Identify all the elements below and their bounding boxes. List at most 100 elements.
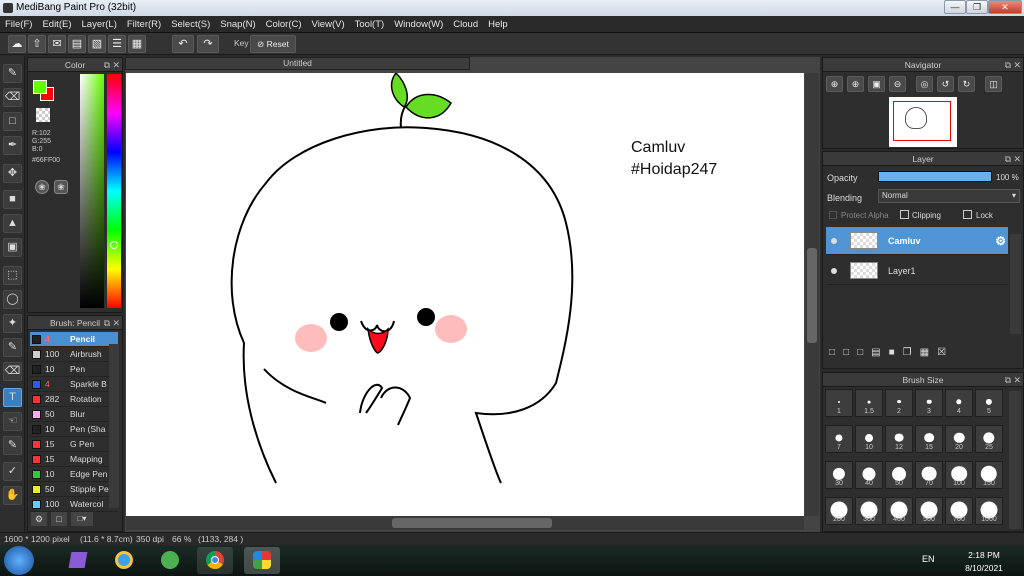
brush-size-button[interactable]: 700 xyxy=(945,497,973,525)
brush-size-button[interactable]: 12 xyxy=(885,425,913,453)
undock-icon[interactable]: ⧉ xyxy=(1005,152,1011,166)
clipping-checkbox[interactable] xyxy=(900,210,909,219)
close-icon[interactable]: ✕ xyxy=(1013,152,1021,166)
brush-size-button[interactable]: 5 xyxy=(975,389,1003,417)
language-indicator[interactable]: EN xyxy=(922,554,935,564)
fill-tool-icon[interactable]: ▲ xyxy=(3,214,22,233)
brush-size-button[interactable]: 40 xyxy=(855,461,883,489)
hue-slider[interactable] xyxy=(107,74,121,308)
brush-size-button[interactable]: 1.5 xyxy=(855,389,883,417)
undock-icon[interactable]: ⧉ xyxy=(1005,373,1011,387)
menu-select[interactable]: Select(S) xyxy=(166,16,215,33)
brush-size-button[interactable]: 100 xyxy=(945,461,973,489)
green-app-icon[interactable] xyxy=(152,547,188,574)
drawing-canvas[interactable]: Camluv #Hoidap247 xyxy=(126,71,804,516)
menu-layer[interactable]: Layer(L) xyxy=(77,16,122,33)
menu-filter[interactable]: Filter(R) xyxy=(122,16,166,33)
brush-item[interactable]: 10 Edge Pen xyxy=(30,467,118,482)
select-eraser-tool-icon[interactable]: ⌫ xyxy=(3,362,22,381)
select-pen-tool-icon[interactable]: ✎ xyxy=(3,338,22,357)
brush-size-button[interactable]: 70 xyxy=(915,461,943,489)
eraser-tool-icon[interactable]: ⌫ xyxy=(3,88,22,107)
vertical-scrollbar[interactable] xyxy=(805,73,819,516)
magic-wand-tool-icon[interactable]: ✦ xyxy=(3,314,22,333)
rotate-left-icon[interactable]: ↺ xyxy=(937,76,954,92)
undo-button[interactable]: ↶ xyxy=(172,35,194,53)
upload-icon[interactable]: ⇧ xyxy=(28,35,46,53)
add-brush-menu-icon[interactable]: □▾ xyxy=(71,512,93,526)
visibility-icon[interactable] xyxy=(831,268,837,274)
brush-item[interactable]: 4 Pencil xyxy=(30,332,118,347)
blending-dropdown[interactable]: Normal ▾ xyxy=(878,189,1020,203)
brush-size-button[interactable]: 4 xyxy=(945,389,973,417)
internet-explorer-icon[interactable] xyxy=(106,547,142,574)
layer-row-camluv[interactable]: Camluv ⚙ xyxy=(826,227,1008,255)
reset-button[interactable]: ⊘ Reset xyxy=(250,35,296,53)
medibang-taskbar-icon[interactable] xyxy=(244,547,280,574)
pen-tool-icon[interactable]: ✒ xyxy=(3,136,22,155)
merge-layer-icon[interactable]: ▦ xyxy=(920,347,937,358)
protect-alpha-checkbox[interactable] xyxy=(829,211,837,219)
vertical-scroll-thumb[interactable] xyxy=(807,248,817,343)
trash-icon[interactable]: ☒ xyxy=(937,347,954,358)
brush-size-button[interactable]: 150 xyxy=(975,461,1003,489)
navigator-preview[interactable] xyxy=(889,97,957,147)
visibility-icon[interactable] xyxy=(831,238,837,244)
undock-icon[interactable]: ⧉ xyxy=(104,316,110,330)
close-icon[interactable]: ✕ xyxy=(1013,373,1021,387)
brush-size-button[interactable]: 50 xyxy=(885,461,913,489)
brush-size-button[interactable]: 30 xyxy=(825,461,853,489)
layer-row-layer1[interactable]: Layer1 xyxy=(826,257,1008,285)
menu-cloud[interactable]: Cloud xyxy=(448,16,483,33)
brush-item[interactable]: 15 G Pen xyxy=(30,437,118,452)
horizontal-scroll-thumb[interactable] xyxy=(392,518,552,528)
zoom-in-icon[interactable]: ⊕ xyxy=(826,76,843,92)
page-icon[interactable]: ▤ xyxy=(68,35,86,53)
move-tool-icon[interactable]: ✥ xyxy=(3,164,22,183)
operation-tool-icon[interactable]: ☜ xyxy=(3,412,22,431)
close-button[interactable]: ✕ xyxy=(988,0,1022,14)
brush-size-button[interactable]: 10 xyxy=(855,425,883,453)
brush-settings-icon[interactable]: ⚙ xyxy=(31,512,47,526)
brush-size-button[interactable]: 500 xyxy=(915,497,943,525)
transparent-swatch[interactable] xyxy=(36,108,50,122)
horizontal-scrollbar[interactable] xyxy=(126,516,804,530)
brush-item[interactable]: 100 Airbrush xyxy=(30,347,118,362)
restore-button[interactable]: ❐ xyxy=(966,0,988,14)
brush-item[interactable]: 4 Sparkle B xyxy=(30,377,118,392)
fit-icon[interactable]: ▣ xyxy=(868,76,885,92)
brush-size-button[interactable]: 1000 xyxy=(975,497,1003,525)
brush-size-button[interactable]: 400 xyxy=(885,497,913,525)
menu-window[interactable]: Window(W) xyxy=(389,16,448,33)
lasso-tool-icon[interactable]: ◯ xyxy=(3,290,22,309)
layer-list-scrollbar[interactable] xyxy=(1010,234,1021,334)
folder-icon[interactable]: ■ xyxy=(889,347,903,358)
brush-item[interactable]: 15 Mapping xyxy=(30,452,118,467)
document-tab[interactable]: Untitled xyxy=(125,57,470,70)
brush-size-button[interactable]: 20 xyxy=(945,425,973,453)
menu-color[interactable]: Color(C) xyxy=(261,16,307,33)
close-icon[interactable]: ✕ xyxy=(1013,58,1021,72)
divide-tool-icon[interactable]: ✎ xyxy=(3,436,22,455)
brush-size-button[interactable]: 200 xyxy=(825,497,853,525)
undock-icon[interactable]: ⧉ xyxy=(1005,58,1011,72)
chrome-icon[interactable] xyxy=(197,547,233,574)
grid-icon[interactable]: ▦ xyxy=(128,35,146,53)
primary-color-swatch[interactable] xyxy=(33,80,47,94)
eyedropper-tool-icon[interactable]: ✓ xyxy=(3,462,22,481)
brush-item[interactable]: 100 Watercol xyxy=(30,497,118,512)
rotate-right-icon[interactable]: ↻ xyxy=(958,76,975,92)
menu-view[interactable]: View(V) xyxy=(307,16,350,33)
rotate-reset-icon[interactable]: ◎ xyxy=(916,76,933,92)
opacity-slider[interactable] xyxy=(878,171,992,182)
dot-tool-icon[interactable]: □ xyxy=(3,112,22,131)
brush-tool-icon[interactable]: ✎ xyxy=(3,64,22,83)
brush-item[interactable]: 10 Pen xyxy=(30,362,118,377)
visual-studio-icon[interactable] xyxy=(60,547,96,574)
redo-button[interactable]: ↷ xyxy=(197,35,219,53)
brush-size-button[interactable]: 25 xyxy=(975,425,1003,453)
new-layer-icon[interactable]: □ xyxy=(829,347,843,358)
saturation-value-picker[interactable] xyxy=(80,74,104,308)
flip-icon[interactable]: ◫ xyxy=(985,76,1002,92)
brush-size-button[interactable]: 15 xyxy=(915,425,943,453)
